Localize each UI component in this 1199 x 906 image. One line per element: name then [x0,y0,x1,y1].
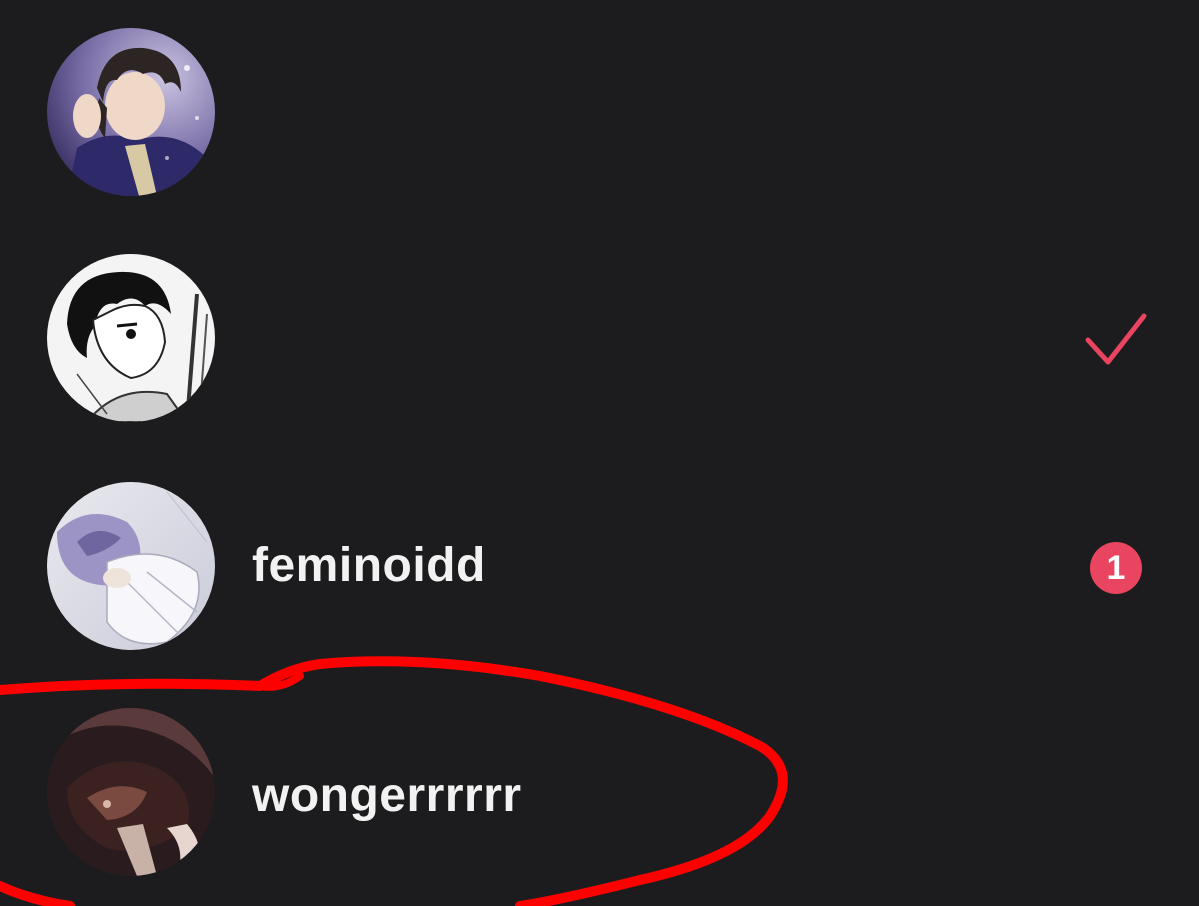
chat-list: feminoidd 1 wongerrrrrr [0,0,1199,906]
chat-item[interactable] [0,0,1199,226]
avatar-dark-illustration-icon[interactable] [47,708,215,876]
avatar-manga-sketch-icon[interactable] [47,254,215,422]
unread-count-badge: 1 [1090,542,1142,594]
chat-item[interactable]: feminoidd 1 [0,452,1199,678]
avatar-pale-illustration-icon[interactable] [47,482,215,650]
avatar-anime-boy-icon[interactable] [47,28,215,196]
chat-username: feminoidd [252,539,486,592]
chat-item[interactable]: wongerrrrrr [0,678,1199,904]
chat-username: wongerrrrrr [252,769,522,822]
chat-item[interactable] [0,226,1199,452]
checkmark-icon [1085,313,1147,365]
